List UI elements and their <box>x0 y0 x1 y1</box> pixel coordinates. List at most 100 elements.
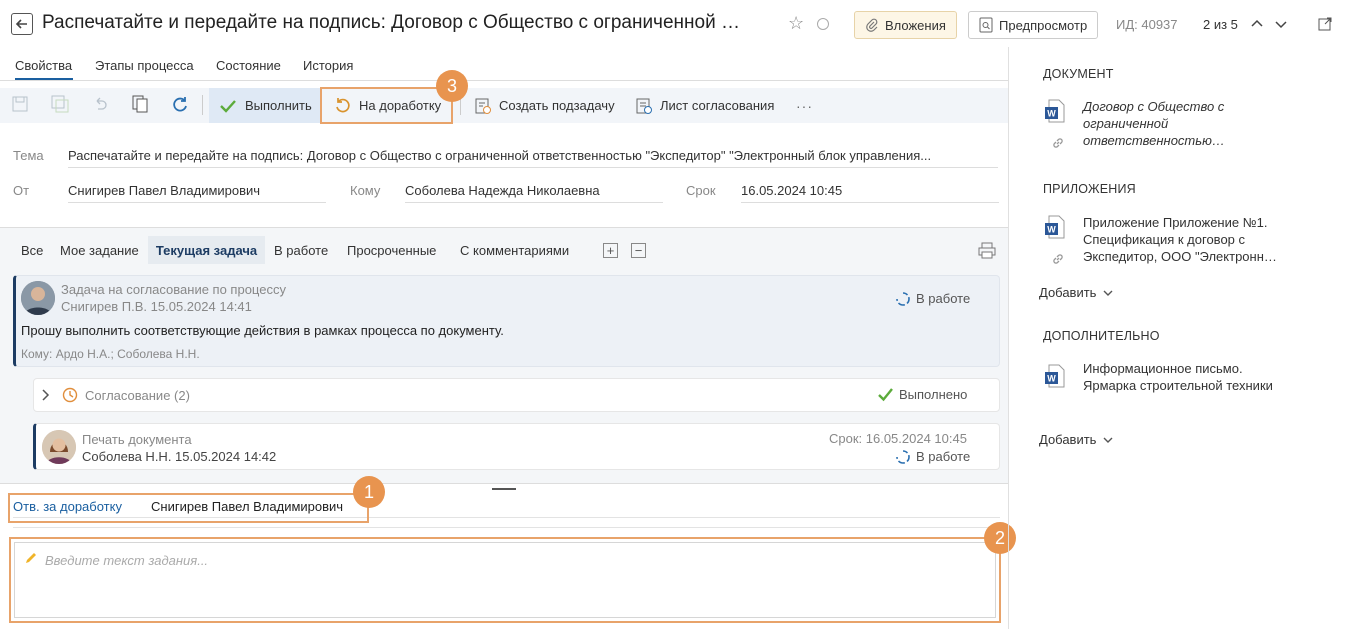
svg-text:W: W <box>1047 374 1056 384</box>
word-document-icon: W <box>1045 99 1065 123</box>
preview-button[interactable]: Предпросмотр <box>968 11 1099 39</box>
approval-sheet-icon <box>636 98 652 114</box>
document-link[interactable]: Договор с Общество с ограниченной ответс… <box>1083 98 1225 149</box>
add-attachment-label: Добавить <box>1039 285 1097 300</box>
add-attachment-button[interactable]: Добавить <box>1039 285 1114 300</box>
chevron-up-icon[interactable] <box>1250 17 1264 31</box>
from-field[interactable]: Снигирев Павел Владимирович <box>68 183 326 203</box>
open-external-icon[interactable] <box>1317 16 1333 32</box>
subject-label: Тема <box>13 148 44 163</box>
attachments-button[interactable]: Вложения <box>854 11 957 39</box>
tab-state[interactable]: Состояние <box>216 58 281 73</box>
avatar <box>42 430 76 464</box>
print-task-status: В работе <box>896 449 970 464</box>
document-id: ИД: 40937 <box>1116 17 1178 32</box>
copy-icon[interactable] <box>130 94 150 114</box>
pager-text: 2 из 5 <box>1203 17 1238 32</box>
page-title: Распечатайте и передайте на подпись: Дог… <box>42 12 740 33</box>
attachments-label: Вложения <box>885 17 946 33</box>
avatar <box>21 281 55 315</box>
link-icon <box>1053 254 1063 264</box>
rework-divider <box>13 527 1000 528</box>
collapse-all-icon[interactable]: − <box>631 243 646 258</box>
tabs-divider <box>0 80 1008 81</box>
print-task-author-date: Соболева Н.Н. 15.05.2024 14:42 <box>82 449 277 464</box>
filter-in-progress[interactable]: В работе <box>274 243 328 258</box>
save-copy-icon[interactable] <box>50 94 70 114</box>
add-additional-label: Добавить <box>1039 432 1097 447</box>
word-document-icon: W <box>1045 364 1065 388</box>
expand-all-icon[interactable]: + <box>603 243 618 258</box>
additional-link-line: Информационное письмо. <box>1083 361 1243 376</box>
circle-icon[interactable] <box>817 18 829 30</box>
undo-icon[interactable] <box>90 94 110 114</box>
chevron-right-icon[interactable] <box>41 388 51 402</box>
execute-button[interactable]: Выполнить <box>209 88 320 123</box>
create-subtask-label: Создать подзадачу <box>499 98 615 113</box>
print-icon[interactable] <box>978 242 996 259</box>
filter-all[interactable]: Все <box>21 243 43 258</box>
svg-text:W: W <box>1047 109 1056 119</box>
task-text: Прошу выполнить соответствующие действия… <box>21 323 504 338</box>
document-link-line: Договор с Общество с <box>1083 99 1225 114</box>
marker-1: 1 <box>353 476 385 508</box>
attachment-link[interactable]: Приложение Приложение №1. Спецификация к… <box>1083 214 1277 265</box>
task-status: В работе <box>896 291 970 306</box>
preview-icon <box>979 17 993 33</box>
attachment-link-line: Приложение Приложение №1. <box>1083 215 1268 230</box>
filter-my-task[interactable]: Мое задание <box>60 243 139 258</box>
additional-link-line: Ярмарка строительной техники <box>1083 378 1273 393</box>
approval-status-label: Выполнено <box>899 387 968 402</box>
add-additional-button[interactable]: Добавить <box>1039 432 1114 447</box>
in-progress-icon <box>896 449 910 464</box>
panel-splitter[interactable] <box>0 483 1008 484</box>
approval-sheet-button[interactable]: Лист согласования <box>635 88 774 123</box>
highlight-rework-responsible <box>8 493 369 523</box>
word-document-icon: W <box>1045 215 1065 239</box>
document-heading: ДОКУМЕНТ <box>1043 67 1114 81</box>
clock-icon <box>62 387 78 403</box>
filter-with-comments[interactable]: С комментариями <box>460 243 569 258</box>
print-task-title: Печать документа <box>82 432 192 447</box>
additional-link[interactable]: Информационное письмо. Ярмарка строитель… <box>1083 360 1273 394</box>
filter-overdue[interactable]: Просроченные <box>347 243 436 258</box>
execute-label: Выполнить <box>245 98 312 113</box>
back-button[interactable] <box>11 13 33 35</box>
more-button[interactable]: ··· <box>796 98 813 114</box>
preview-label: Предпросмотр <box>999 17 1088 33</box>
in-progress-icon <box>896 291 910 306</box>
highlight-rework-button <box>320 87 453 124</box>
create-subtask-button[interactable]: Создать подзадачу <box>474 88 615 123</box>
subtask-icon <box>475 98 491 114</box>
to-field[interactable]: Соболева Надежда Николаевна <box>405 183 663 203</box>
svg-text:W: W <box>1047 225 1056 235</box>
filter-current-task[interactable]: Текущая задача <box>148 236 265 264</box>
document-link-line: ответственностью… <box>1083 133 1225 148</box>
approval-status: Выполнено <box>877 387 967 402</box>
print-task-status-label: В работе <box>916 449 971 464</box>
star-icon[interactable]: ☆ <box>788 13 804 34</box>
print-task-due: Срок: 16.05.2024 10:45 <box>829 431 967 446</box>
tab-history[interactable]: История <box>303 58 353 73</box>
chevron-down-icon <box>1103 437 1113 443</box>
to-label: Кому <box>350 183 381 198</box>
due-field[interactable]: 16.05.2024 10:45 <box>741 183 999 203</box>
tab-process-stages[interactable]: Этапы процесса <box>95 58 194 73</box>
splitter-handle[interactable] <box>492 488 516 490</box>
subject-field[interactable]: Распечатайте и передайте на подпись: Дог… <box>68 148 998 168</box>
refresh-icon[interactable] <box>170 94 190 114</box>
chevron-down-icon[interactable] <box>1274 17 1288 31</box>
right-panel-divider <box>1008 47 1009 629</box>
tab-properties[interactable]: Свойства <box>15 58 72 73</box>
approval-sheet-label: Лист согласования <box>660 98 775 113</box>
document-link-line: ограниченной <box>1083 116 1169 131</box>
attachment-link-line: Экспедитор, ООО "Электронн… <box>1083 249 1277 264</box>
attachment-link-line: Спецификация к договор с <box>1083 232 1246 247</box>
attachments-heading: ПРИЛОЖЕНИЯ <box>1043 182 1136 196</box>
filter-current-task-label: Текущая задача <box>155 242 258 258</box>
toolbar-separator <box>202 95 203 115</box>
chevron-down-icon <box>1103 290 1113 296</box>
paperclip-icon <box>866 18 878 32</box>
save-icon[interactable] <box>10 94 30 114</box>
task-title: Задача на согласование по процессу <box>61 282 286 297</box>
